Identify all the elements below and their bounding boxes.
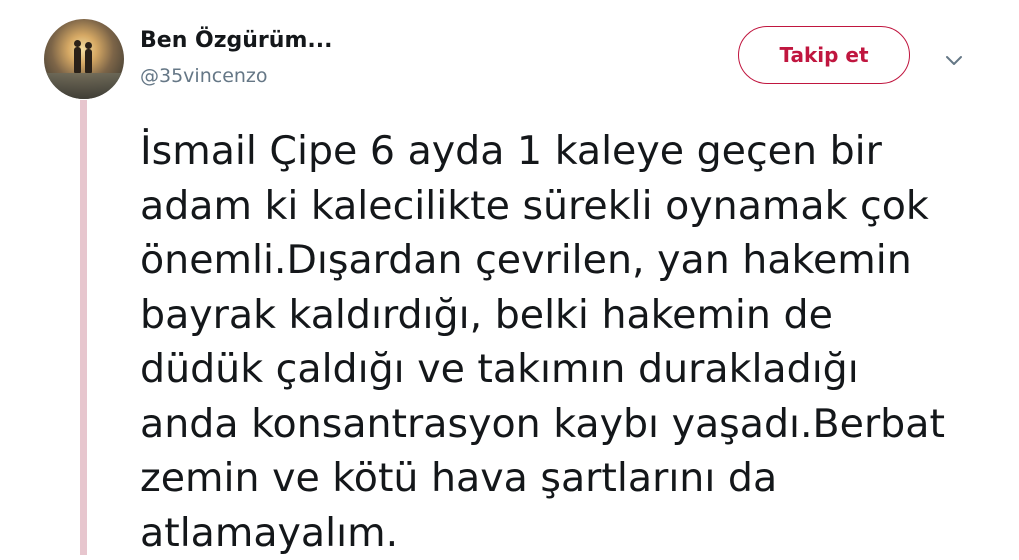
- tweet-text-line: adam ki kalecilikte sürekli oynamak çok: [140, 179, 1000, 234]
- thread-line: [80, 100, 87, 555]
- avatar-water: [44, 73, 124, 99]
- chevron-down-icon[interactable]: [943, 51, 965, 69]
- avatar[interactable]: [44, 19, 124, 99]
- follow-button[interactable]: Takip et: [738, 26, 910, 84]
- tweet-text-line: İsmail Çipe 6 ayda 1 kaleye geçen bir: [140, 124, 1000, 179]
- author-handle[interactable]: @35vincenzo: [140, 65, 268, 87]
- avatar-figure: [74, 47, 81, 73]
- tweet-text-line: önemli.Dışardan çevrilen, yan hakemin: [140, 233, 1000, 288]
- tweet-text: İsmail Çipe 6 ayda 1 kaleye geçen bir ad…: [140, 124, 1000, 560]
- tweet-text-line: zemin ve kötü hava şartlarını da: [140, 451, 1000, 506]
- tweet-text-line: atlamayalım.: [140, 506, 1000, 560]
- tweet-text-line: bayrak kaldırdığı, belki hakemin de: [140, 288, 1000, 343]
- avatar-figure: [85, 49, 92, 73]
- tweet-text-line: düdük çaldığı ve takımın durakladığı: [140, 342, 1000, 397]
- author-display-name[interactable]: Ben Özgürüm...: [140, 28, 332, 53]
- tweet-text-line: anda konsantrasyon kaybı yaşadı.Berbat: [140, 397, 1000, 452]
